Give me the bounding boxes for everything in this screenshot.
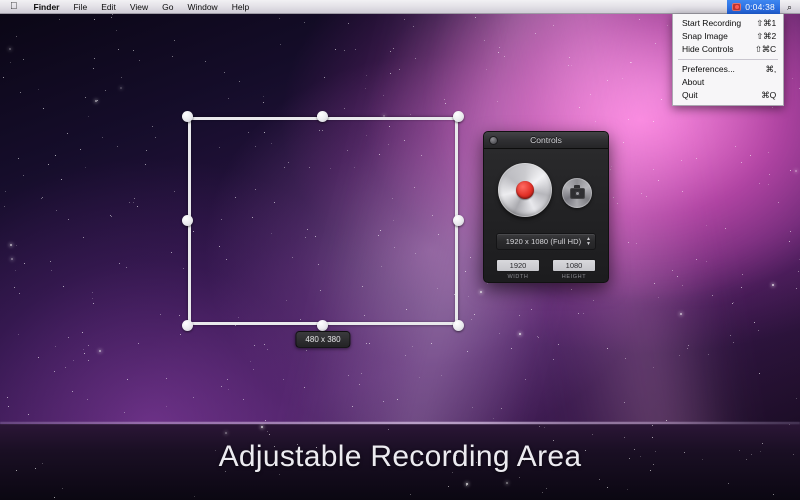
- controls-window[interactable]: Controls 1920 x 1080 (Full HD) ▲ ▼ 1920 …: [483, 131, 609, 283]
- width-field-group: 1920 WIDTH: [496, 259, 540, 280]
- record-indicator-icon: [732, 2, 742, 11]
- status-item-recorder[interactable]: 0:04:38: [727, 0, 780, 14]
- menu-option-shortcut: ⌘Q: [761, 90, 776, 100]
- resize-handle-middle-left[interactable]: [182, 215, 193, 226]
- menu-option-preferences[interactable]: Preferences... ⌘,: [673, 63, 783, 76]
- resize-handle-top-center[interactable]: [317, 111, 328, 122]
- menu-item-go[interactable]: Go: [155, 0, 180, 14]
- menu-bar-status-area: 0:04:38 ⌕: [727, 0, 800, 14]
- stepper-arrows-icon[interactable]: ▲ ▼: [586, 237, 591, 247]
- close-button-icon[interactable]: [489, 136, 498, 145]
- menu-separator: [678, 59, 778, 60]
- height-field-group: 1080 HEIGHT: [552, 259, 596, 280]
- menu-option-label: Preferences...: [682, 64, 735, 74]
- page-title: Adjustable Recording Area: [218, 440, 582, 473]
- controls-window-title: Controls: [530, 135, 562, 145]
- wallpaper-horizon-line: [0, 422, 800, 424]
- camera-icon: [569, 185, 585, 199]
- menu-option-shortcut: ⇧⌘1: [756, 18, 776, 28]
- selection-size-badge: 480 x 380: [295, 331, 351, 348]
- dimension-fields: 1920 WIDTH 1080 HEIGHT: [496, 259, 596, 280]
- recorder-status-menu: Start Recording ⇧⌘1 Snap Image ⇧⌘2 Hide …: [672, 14, 784, 106]
- menu-option-quit[interactable]: Quit ⌘Q: [673, 89, 783, 102]
- recording-area-selection[interactable]: 480 x 380: [182, 111, 464, 348]
- height-input[interactable]: 1080: [552, 259, 596, 272]
- menu-option-shortcut: ⇧⌘2: [756, 31, 776, 41]
- menu-bar:  Finder File Edit View Go Window Help 0…: [0, 0, 800, 14]
- menu-item-file[interactable]: File: [66, 0, 94, 14]
- menu-option-label: Quit: [682, 90, 698, 100]
- search-icon[interactable]: ⌕: [780, 0, 800, 14]
- width-label: WIDTH: [507, 274, 529, 280]
- width-input[interactable]: 1920: [496, 259, 540, 272]
- snapshot-camera-button[interactable]: [562, 178, 592, 208]
- resize-handle-top-right[interactable]: [453, 111, 464, 122]
- menu-option-snap-image[interactable]: Snap Image ⇧⌘2: [673, 30, 783, 43]
- controls-body: 1920 x 1080 (Full HD) ▲ ▼ 1920 WIDTH 108…: [484, 149, 608, 282]
- resize-handle-middle-right[interactable]: [453, 215, 464, 226]
- recording-timer: 0:04:38: [745, 1, 775, 12]
- menu-item-edit[interactable]: Edit: [94, 0, 123, 14]
- desktop-screen:  Finder File Edit View Go Window Help 0…: [0, 0, 800, 500]
- resize-handle-bottom-left[interactable]: [182, 320, 193, 331]
- menu-option-start-recording[interactable]: Start Recording ⇧⌘1: [673, 17, 783, 30]
- record-button[interactable]: [498, 163, 552, 217]
- resolution-select[interactable]: 1920 x 1080 (Full HD) ▲ ▼: [496, 233, 596, 250]
- controls-title-bar: Controls: [484, 132, 608, 149]
- menu-option-label: Snap Image: [682, 31, 728, 41]
- menu-option-shortcut: ⇧⌘C: [754, 44, 776, 54]
- menu-option-label: Start Recording: [682, 18, 742, 28]
- menu-item-window[interactable]: Window: [180, 0, 224, 14]
- menu-item-finder[interactable]: Finder: [27, 0, 67, 14]
- resolution-value: 1920 x 1080 (Full HD): [505, 237, 582, 246]
- apple-logo-icon[interactable]: : [0, 1, 27, 12]
- menu-option-hide-controls[interactable]: Hide Controls ⇧⌘C: [673, 43, 783, 56]
- menu-item-help[interactable]: Help: [225, 0, 256, 14]
- selection-border: [188, 117, 458, 325]
- menu-option-about[interactable]: About: [673, 76, 783, 89]
- menu-item-view[interactable]: View: [123, 0, 155, 14]
- menu-option-label: Hide Controls: [682, 44, 734, 54]
- menu-option-shortcut: ⌘,: [765, 64, 777, 74]
- height-label: HEIGHT: [561, 274, 587, 280]
- stepper-down-icon: ▼: [586, 241, 591, 247]
- resize-handle-bottom-right[interactable]: [453, 320, 464, 331]
- resize-handle-bottom-center[interactable]: [317, 320, 328, 331]
- menu-option-label: About: [682, 77, 705, 87]
- resize-handle-top-left[interactable]: [182, 111, 193, 122]
